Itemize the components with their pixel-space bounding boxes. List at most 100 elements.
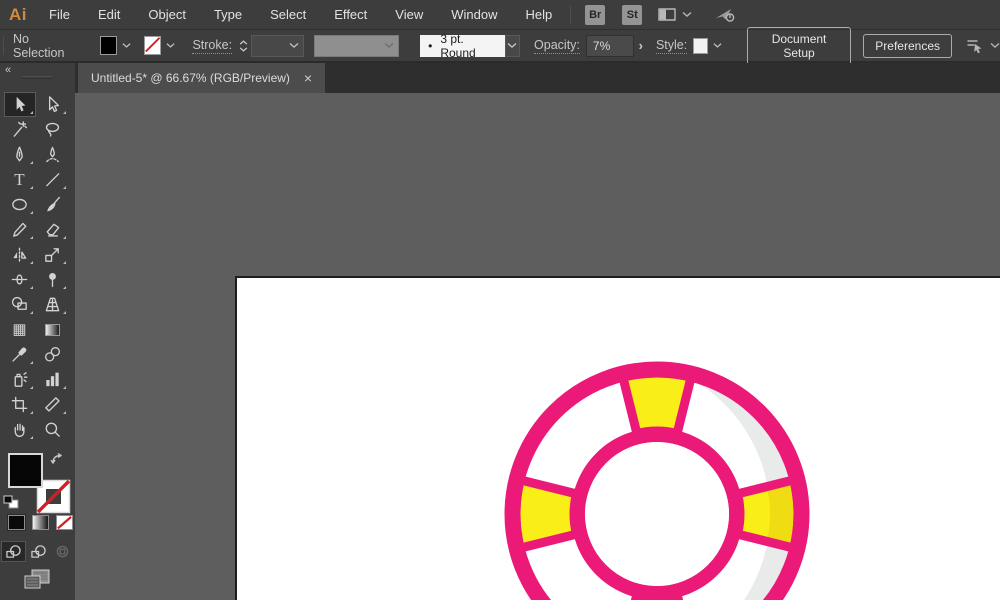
fill-color-swatch[interactable]	[100, 36, 117, 55]
swap-fill-stroke-icon[interactable]	[50, 452, 65, 466]
paintbrush-tool[interactable]	[38, 193, 68, 216]
eraser-tool[interactable]	[38, 218, 68, 241]
curvature-tool[interactable]	[38, 143, 68, 166]
line-segment-tool[interactable]	[38, 168, 68, 191]
menu-view[interactable]: View	[393, 5, 425, 24]
scale-tool[interactable]	[38, 243, 68, 266]
perspective-grid-tool[interactable]	[38, 293, 68, 316]
artboard-tool[interactable]	[5, 393, 35, 416]
stroke-weight-stepper[interactable]	[239, 40, 248, 52]
panel-drag-handle[interactable]	[22, 76, 52, 79]
screen-mode-icon	[22, 568, 52, 592]
menu-help[interactable]: Help	[523, 5, 554, 24]
selection-tool[interactable]	[5, 93, 35, 116]
draw-inside-button[interactable]	[51, 542, 74, 561]
style-panel-link[interactable]: Style:	[656, 38, 687, 54]
document-tab-title: Untitled-5* @ 66.67% (RGB/Preview)	[91, 71, 290, 85]
gpu-performance-button[interactable]	[714, 5, 738, 25]
arrange-documents-button[interactable]	[657, 6, 692, 23]
canvas-area[interactable]	[75, 93, 1000, 600]
gradient-tool[interactable]	[38, 318, 68, 341]
mesh-tool[interactable]: ▦	[5, 318, 35, 341]
style-swatch[interactable]	[693, 38, 708, 54]
hand-tool[interactable]	[5, 418, 35, 441]
artboard[interactable]	[235, 276, 1000, 600]
select-similar-icon	[965, 37, 985, 55]
flyout-dot	[30, 161, 33, 164]
brush-definition-chevron[interactable]	[505, 35, 521, 57]
gradient-mode-button[interactable]	[32, 515, 49, 530]
stroke-weight-dropdown[interactable]	[251, 35, 304, 57]
blend-icon	[43, 345, 62, 364]
shaper-tool[interactable]	[5, 218, 35, 241]
stroke-panel-link[interactable]: Stroke:	[192, 38, 232, 54]
column-graph-tool[interactable]	[38, 368, 68, 391]
close-icon[interactable]: ×	[304, 71, 312, 85]
scale-icon	[43, 245, 62, 264]
line-segment-icon	[43, 170, 62, 189]
opacity-expand-button[interactable]: ›	[634, 35, 648, 57]
slice-tool[interactable]	[38, 393, 68, 416]
chevron-down-icon[interactable]	[713, 42, 722, 49]
shape-builder-tool[interactable]	[5, 293, 35, 316]
symbol-sprayer-tool[interactable]	[5, 368, 35, 391]
flyout-dot	[30, 261, 33, 264]
type-icon: T	[14, 171, 24, 188]
puppet-warp-tool[interactable]	[38, 268, 68, 291]
collapse-panel-button[interactable]: «	[5, 64, 10, 76]
chevron-down-icon	[507, 42, 517, 49]
menu-effect[interactable]: Effect	[332, 5, 369, 24]
menu-window[interactable]: Window	[449, 5, 499, 24]
document-tab[interactable]: Untitled-5* @ 66.67% (RGB/Preview) ×	[78, 63, 325, 93]
color-mode-button[interactable]	[8, 515, 25, 530]
eyedropper-tool[interactable]	[5, 343, 35, 366]
blend-tool[interactable]	[38, 343, 68, 366]
drawing-modes	[2, 542, 74, 561]
flyout-dot	[30, 236, 33, 239]
chevron-down-icon[interactable]	[166, 42, 175, 49]
menu-edit[interactable]: Edit	[96, 5, 122, 24]
opacity-field[interactable]: 7%	[586, 35, 634, 57]
direct-selection-tool[interactable]	[38, 93, 68, 116]
default-fill-stroke-icon[interactable]	[3, 495, 20, 510]
width-profile-dropdown[interactable]	[314, 35, 399, 57]
pen-tool[interactable]	[5, 143, 35, 166]
document-setup-button[interactable]: Document Setup	[747, 27, 851, 65]
document-tab-bar: Untitled-5* @ 66.67% (RGB/Preview) ×	[75, 63, 1000, 93]
brush-definition-dropdown[interactable]: • 3 pt. Round	[420, 35, 504, 57]
menu-type[interactable]: Type	[212, 5, 244, 24]
chevron-down-icon[interactable]	[122, 42, 131, 49]
menu-object[interactable]: Object	[146, 5, 188, 24]
eraser-icon	[43, 220, 62, 239]
draw-behind-button[interactable]	[27, 542, 50, 561]
type-tool[interactable]: T	[5, 168, 35, 191]
rotate-tool[interactable]	[5, 243, 35, 266]
screen-mode-button[interactable]	[22, 568, 52, 592]
width-tool[interactable]	[5, 268, 35, 291]
flyout-dot	[63, 186, 66, 189]
lifebuoy-artwork[interactable]	[496, 353, 818, 600]
illustrator-logo: Ai	[9, 5, 27, 25]
ellipse-tool[interactable]	[5, 193, 35, 216]
opacity-panel-link[interactable]: Opacity:	[534, 38, 580, 54]
menu-select[interactable]: Select	[268, 5, 308, 24]
stock-button[interactable]: St	[622, 5, 642, 25]
select-similar-button[interactable]	[965, 37, 1000, 55]
bridge-button[interactable]: Br	[585, 5, 605, 25]
stroke-color-swatch[interactable]	[144, 36, 161, 55]
lasso-tool[interactable]	[38, 118, 68, 141]
magic-wand-tool[interactable]	[5, 118, 35, 141]
menu-bar: Ai File Edit Object Type Select Effect V…	[0, 0, 1000, 30]
opacity-value: 7%	[593, 39, 610, 53]
draw-normal-button[interactable]	[2, 542, 25, 561]
flyout-dot	[30, 386, 33, 389]
symbol-sprayer-icon	[10, 370, 29, 389]
chevron-down-icon	[384, 42, 394, 49]
preferences-button[interactable]: Preferences	[863, 34, 952, 58]
none-mode-button[interactable]	[56, 515, 73, 530]
width-icon	[10, 270, 29, 289]
fill-color-indicator[interactable]	[8, 453, 43, 488]
column-graph-icon	[43, 370, 62, 389]
zoom-tool[interactable]	[38, 418, 68, 441]
menu-file[interactable]: File	[47, 5, 72, 24]
